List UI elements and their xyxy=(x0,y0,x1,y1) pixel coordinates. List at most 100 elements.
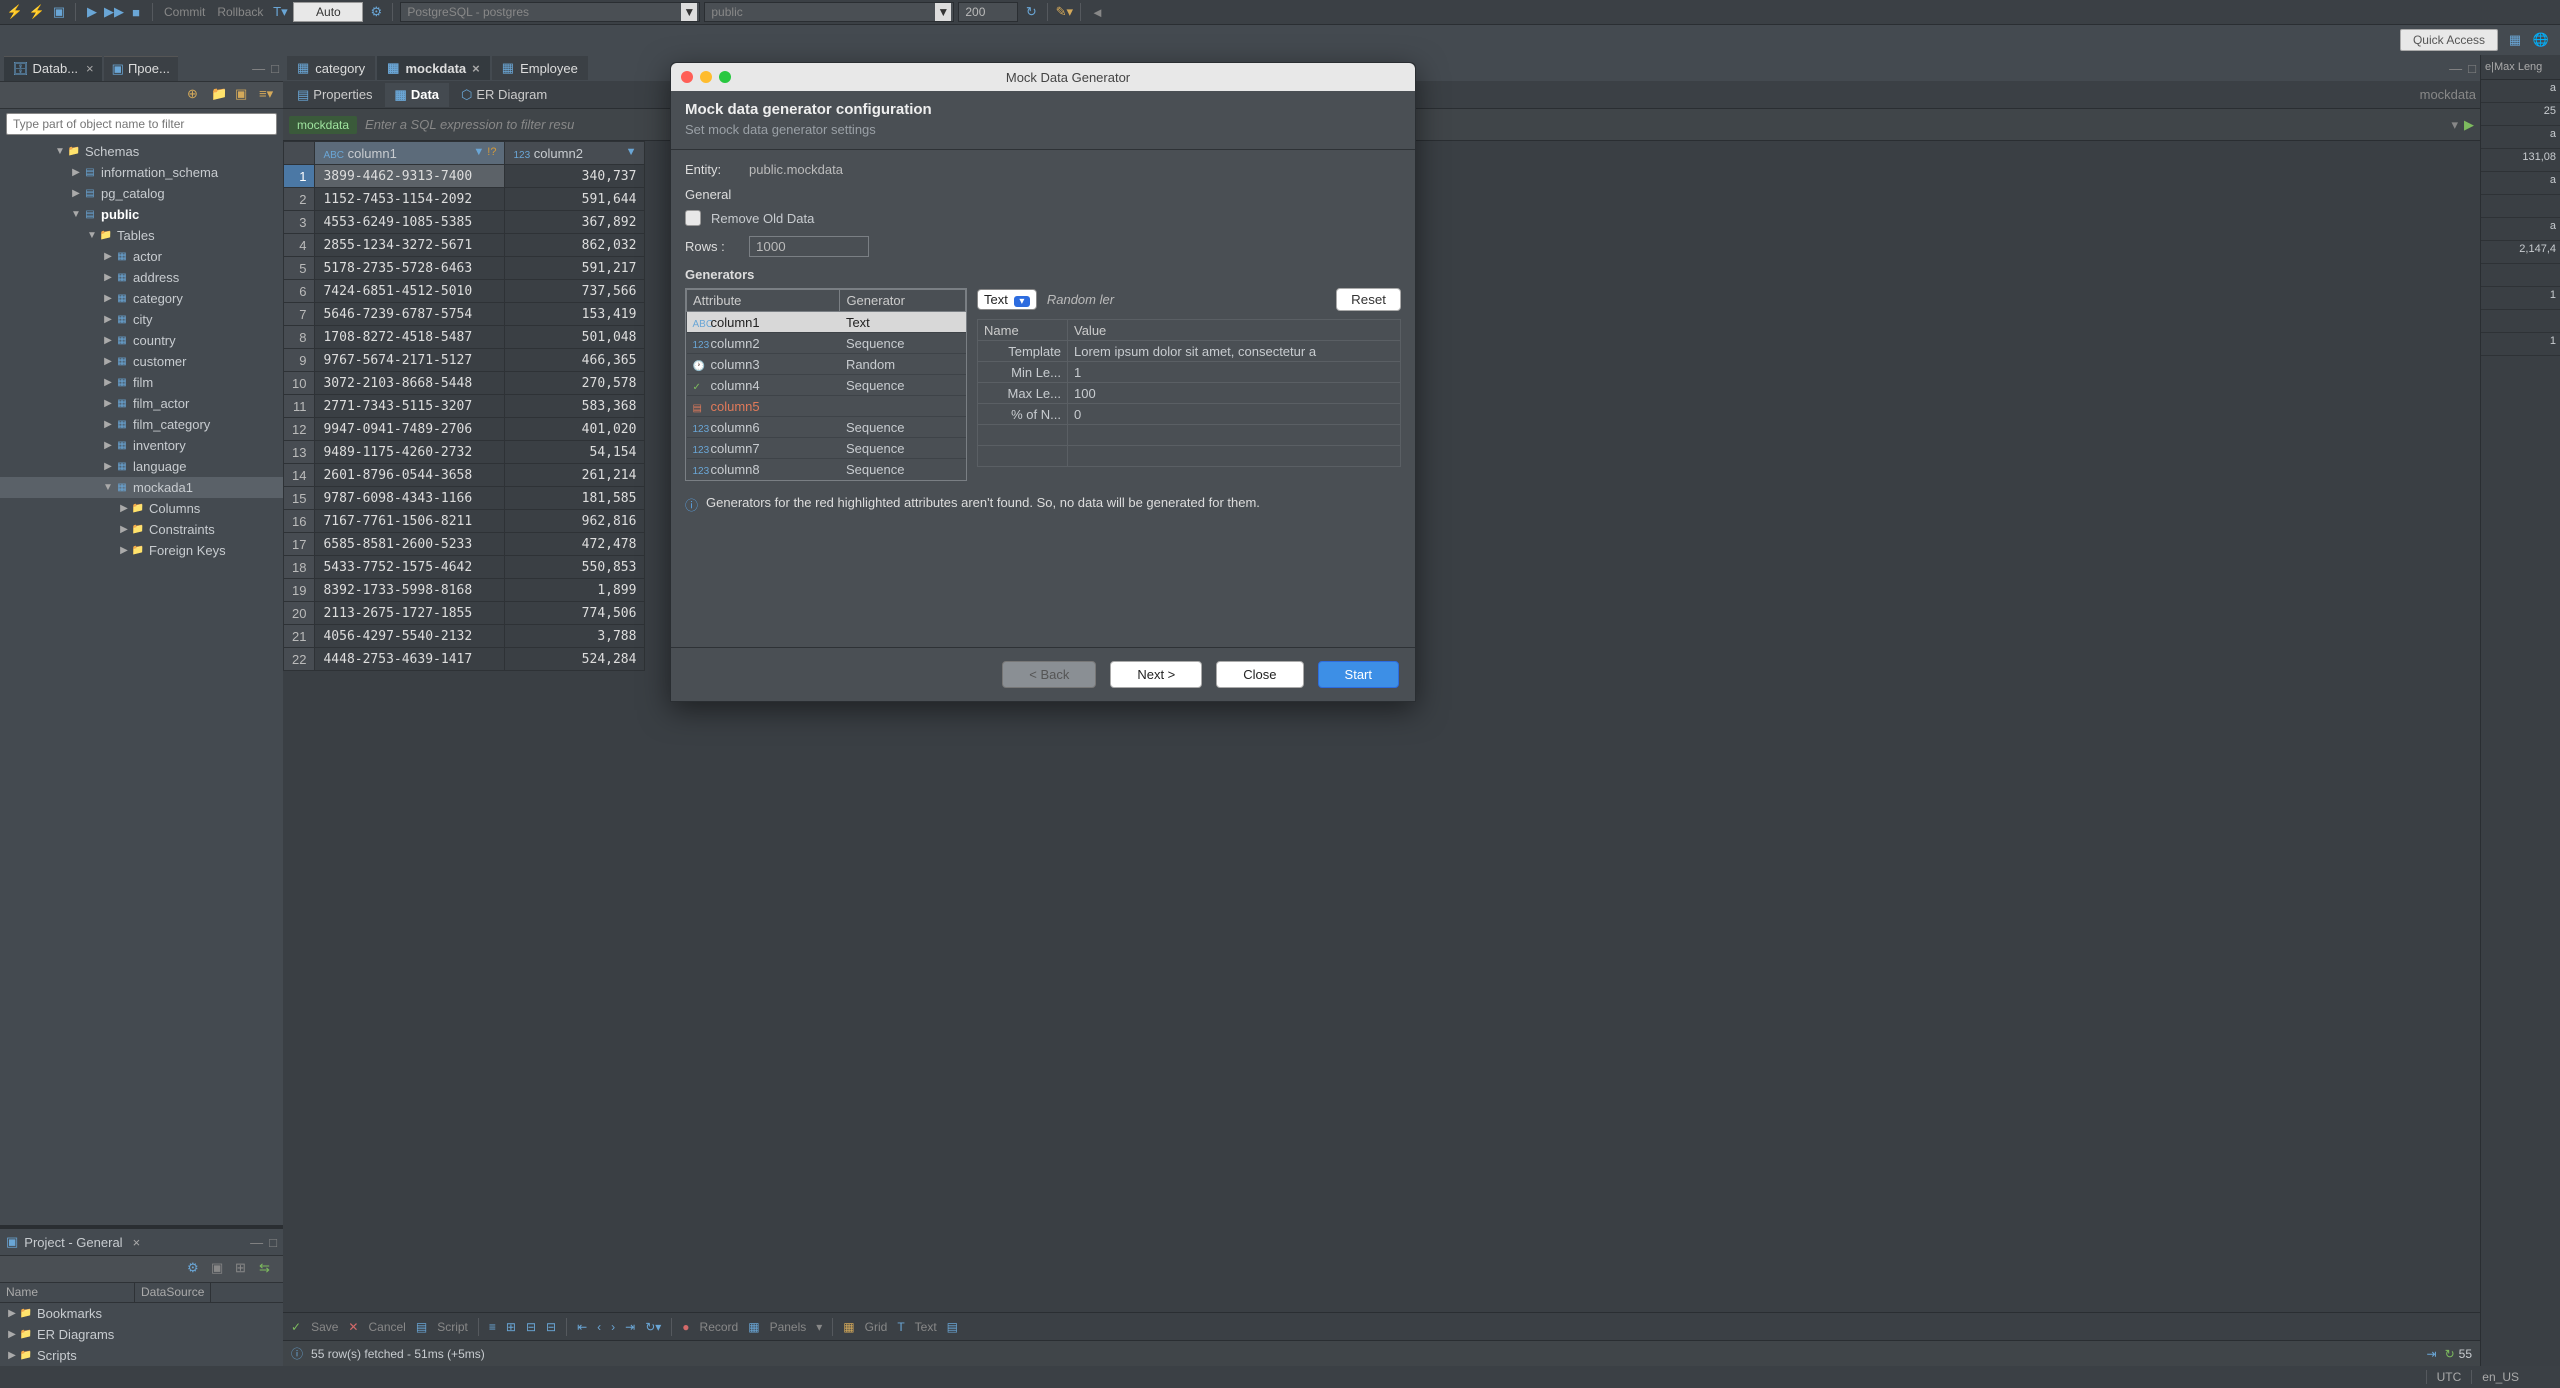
folder-open-icon[interactable]: 📁 xyxy=(211,86,229,104)
twistie-icon[interactable]: ▶ xyxy=(102,314,114,325)
new-conn-icon[interactable]: ⊕ xyxy=(187,86,205,104)
tab-employee[interactable]: ▦Employee xyxy=(492,56,588,80)
perspective-icon[interactable]: ▦ xyxy=(2506,31,2524,49)
cell[interactable]: 774,506 xyxy=(505,602,645,625)
refresh-icon[interactable]: ↻ xyxy=(1022,3,1040,21)
next-icon[interactable]: › xyxy=(611,1320,615,1334)
attr-cell[interactable]: 123column7 xyxy=(687,438,840,459)
col-header-2[interactable]: 123 column2▼ xyxy=(505,142,645,165)
cell[interactable]: 5646-7239-6787-5754 xyxy=(315,303,505,326)
twistie-icon[interactable]: ▶ xyxy=(102,419,114,430)
next-button[interactable]: Next > xyxy=(1110,661,1202,688)
filter-icon[interactable]: ▼ xyxy=(473,146,484,158)
close-window-icon[interactable] xyxy=(681,71,693,83)
tree-table-city[interactable]: ▶▦city xyxy=(0,309,283,330)
rownum[interactable]: 14 xyxy=(284,464,315,487)
tree-table-category[interactable]: ▶▦category xyxy=(0,288,283,309)
rownum-header[interactable] xyxy=(284,142,315,165)
rownum[interactable]: 17 xyxy=(284,533,315,556)
rownum[interactable]: 18 xyxy=(284,556,315,579)
cell[interactable]: 261,214 xyxy=(505,464,645,487)
col-attribute[interactable]: Attribute xyxy=(687,290,840,312)
close-icon[interactable]: × xyxy=(86,61,94,76)
run-icon[interactable]: ▶ xyxy=(83,3,101,21)
maximize-icon[interactable]: □ xyxy=(271,61,279,76)
rownum[interactable]: 21 xyxy=(284,625,315,648)
table-row[interactable]: 224448-2753-4639-1417524,284 xyxy=(284,648,645,671)
twistie-icon[interactable]: ▶ xyxy=(102,251,114,262)
first-icon[interactable]: ⇤ xyxy=(577,1320,587,1334)
twistie-icon[interactable]: ▶ xyxy=(102,272,114,283)
generator-row[interactable]: ✓column4Sequence xyxy=(687,375,966,396)
tree-filter-input[interactable] xyxy=(6,113,277,135)
filter-icon[interactable]: ▼ xyxy=(626,146,637,158)
attr-cell[interactable]: 123column2 xyxy=(687,333,840,354)
cell[interactable]: 9767-5674-2171-5127 xyxy=(315,349,505,372)
dropdown-icon[interactable]: ▾ xyxy=(2451,117,2458,133)
gear-icon[interactable]: ⚙ xyxy=(367,3,385,21)
panels-icon[interactable]: ▦ xyxy=(748,1320,759,1334)
close-icon[interactable]: × xyxy=(133,1235,141,1250)
twistie-icon[interactable]: ▶ xyxy=(102,398,114,409)
tree-table-actor[interactable]: ▶▦actor xyxy=(0,246,283,267)
table-row[interactable]: 185433-7752-1575-4642550,853 xyxy=(284,556,645,579)
connection-select[interactable]: PostgreSQL - postgres▼ xyxy=(400,2,700,22)
twistie-icon[interactable]: ▶ xyxy=(102,440,114,451)
rownum[interactable]: 19 xyxy=(284,579,315,602)
attr-cell[interactable]: ✓column4 xyxy=(687,375,840,396)
table-row[interactable]: 55178-2735-5728-6463591,217 xyxy=(284,257,645,280)
table-row[interactable]: 167167-7761-1506-8211962,816 xyxy=(284,510,645,533)
attr-cell[interactable]: 🕐column3 xyxy=(687,354,840,375)
twistie-icon[interactable]: ▶ xyxy=(118,545,130,556)
cell[interactable]: 3899-4462-9313-7400 xyxy=(315,165,505,188)
subtab-properties[interactable]: ▤Properties xyxy=(287,83,383,107)
col-prop-value[interactable]: Value xyxy=(1068,320,1401,341)
reset-button[interactable]: Reset xyxy=(1336,288,1401,311)
cell[interactable]: 5433-7752-1575-4642 xyxy=(315,556,505,579)
col-datasource[interactable]: DataSource xyxy=(135,1283,211,1302)
rownum[interactable]: 10 xyxy=(284,372,315,395)
generator-row[interactable]: 123column2Sequence xyxy=(687,333,966,354)
cell[interactable]: 54,154 xyxy=(505,441,645,464)
gen-cell[interactable]: Sequence xyxy=(840,375,966,396)
zoom-window-icon[interactable] xyxy=(719,71,731,83)
cell[interactable]: 1152-7453-1154-2092 xyxy=(315,188,505,211)
gen-cell[interactable]: Text xyxy=(840,312,966,333)
twistie-icon[interactable]: ▼ xyxy=(102,482,114,493)
twistie-icon[interactable]: ▶ xyxy=(102,461,114,472)
duprow-icon[interactable]: ⊟ xyxy=(526,1320,536,1334)
rownum[interactable]: 3 xyxy=(284,211,315,234)
apply-icon[interactable]: ▶ xyxy=(2464,117,2474,133)
twistie-icon[interactable]: ▶ xyxy=(70,167,82,178)
cell[interactable]: 1708-8272-4518-5487 xyxy=(315,326,505,349)
twistie-icon[interactable]: ▶ xyxy=(102,356,114,367)
stop-icon[interactable]: ■ xyxy=(127,3,145,21)
rownum[interactable]: 22 xyxy=(284,648,315,671)
cell[interactable]: 2601-8796-0544-3658 xyxy=(315,464,505,487)
generator-row[interactable]: 🕐column3Random xyxy=(687,354,966,375)
cell[interactable]: 466,365 xyxy=(505,349,645,372)
subtab-er[interactable]: ⬡ER Diagram xyxy=(451,83,557,107)
cell[interactable]: 591,644 xyxy=(505,188,645,211)
table-row[interactable]: 202113-2675-1727-1855774,506 xyxy=(284,602,645,625)
cell[interactable]: 2113-2675-1727-1855 xyxy=(315,602,505,625)
generator-row[interactable]: 123column6Sequence xyxy=(687,417,966,438)
table-row[interactable]: 75646-7239-6787-5754153,419 xyxy=(284,303,645,326)
minimize-icon[interactable]: — xyxy=(250,1235,263,1250)
minimize-window-icon[interactable] xyxy=(700,71,712,83)
table-row[interactable]: 13899-4462-9313-7400340,737 xyxy=(284,165,645,188)
maximize-icon[interactable]: □ xyxy=(269,1235,277,1250)
plug-icon[interactable]: ⚡ xyxy=(6,3,24,21)
addrow-icon[interactable]: ⊞ xyxy=(506,1320,516,1334)
tab-category[interactable]: ▦category xyxy=(287,56,375,80)
grid-view-icon[interactable]: ▦ xyxy=(843,1320,854,1334)
prop-row[interactable]: TemplateLorem ipsum dolor sit amet, cons… xyxy=(978,341,1401,362)
cell[interactable]: 6585-8581-2600-5233 xyxy=(315,533,505,556)
project-item-scripts[interactable]: ▶📁Scripts xyxy=(0,1345,283,1366)
col-name[interactable]: Name xyxy=(0,1283,135,1302)
generator-props-table[interactable]: Name Value TemplateLorem ipsum dolor sit… xyxy=(977,319,1401,467)
prop-value[interactable]: 100 xyxy=(1068,383,1401,404)
rownum[interactable]: 11 xyxy=(284,395,315,418)
globe-icon[interactable]: 🌐 xyxy=(2532,31,2550,49)
table-row[interactable]: 214056-4297-5540-21323,788 xyxy=(284,625,645,648)
